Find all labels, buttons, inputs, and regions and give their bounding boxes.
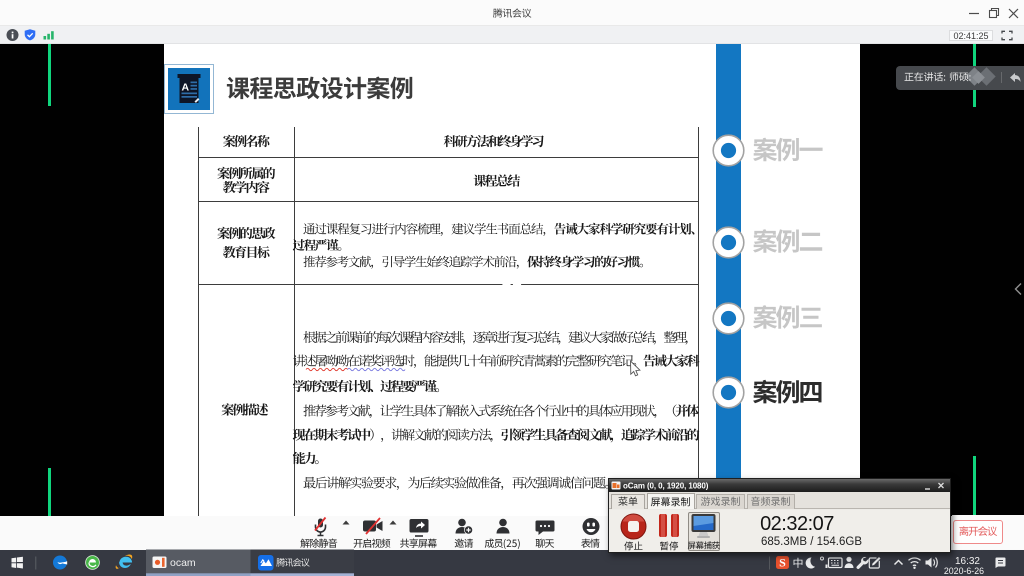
- svg-text:02:32:07: 02:32:07: [760, 513, 834, 535]
- svg-text:685.3MB / 154.6GB: 685.3MB / 154.6GB: [761, 536, 862, 548]
- svg-text:02:41:25: 02:41:25: [953, 31, 988, 41]
- svg-text:oCam (0, 0, 1920, 1080): oCam (0, 0, 1920, 1080): [623, 482, 709, 491]
